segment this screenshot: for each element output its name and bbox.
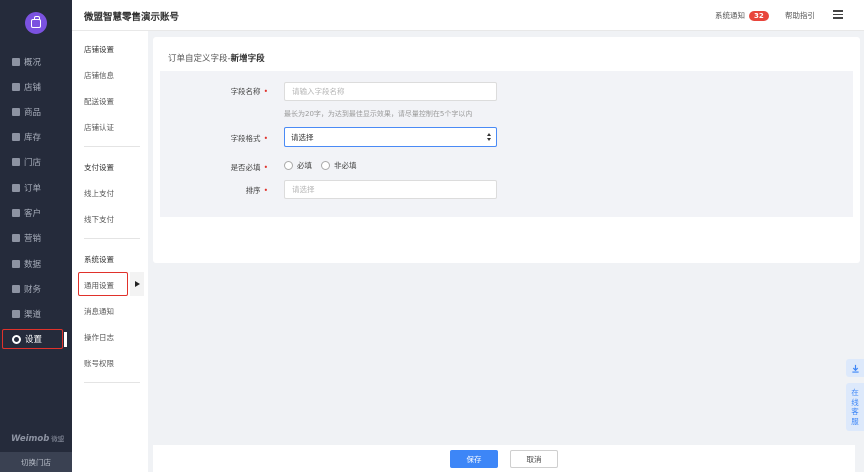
goods-icon <box>12 108 20 116</box>
subnav-divider <box>84 238 140 239</box>
required-yes-option[interactable]: 必填 <box>284 160 312 171</box>
required-mark: • <box>263 134 268 143</box>
subnav-group-payment: 支付设置 <box>84 163 114 172</box>
sidebar-item-customer[interactable]: 客户 <box>0 203 72 223</box>
breadcrumb-parent[interactable]: 订单自定义字段- <box>168 54 231 64</box>
required-mark: • <box>263 87 268 96</box>
field-name-label: 字段名称 • <box>230 87 268 96</box>
sidebar-item-goods[interactable]: 商品 <box>0 102 72 122</box>
store-icon <box>12 83 20 91</box>
channel-icon <box>12 310 20 318</box>
shop-icon <box>12 158 20 166</box>
data-icon <box>12 260 20 268</box>
account-title: 微盟智慧零售演示账号 <box>84 12 180 23</box>
subnav-item-op-log[interactable]: 操作日志 <box>84 332 114 343</box>
notice-count-badge: 32 <box>749 10 769 21</box>
field-format-select[interactable]: 请选择 <box>284 127 497 147</box>
top-header: 微盟智慧零售演示账号 系统通知 32 帮助指引 <box>72 0 864 31</box>
required-mark: • <box>263 163 268 172</box>
subnav-item-offline-pay[interactable]: 线下支付 <box>84 214 114 225</box>
radio-no[interactable] <box>321 161 330 170</box>
main-sidebar: 概况 店铺 商品 库存 门店 订单 客户 营销 数据 财务 渠道 设置 Weim… <box>0 0 72 472</box>
finance-icon <box>12 285 20 293</box>
field-form-card: 订单自定义字段-新增字段 字段名称• 最长为20字，为达到最佳显示效果，请尽量控… <box>153 37 860 263</box>
required-mark: • <box>263 186 268 195</box>
sidebar-item-data[interactable]: 数据 <box>0 254 72 274</box>
help-guide-link[interactable]: 帮助指引 <box>785 10 815 21</box>
sidebar-active-indicator <box>64 332 67 347</box>
customer-icon <box>12 209 20 217</box>
subnav-item-delivery[interactable]: 配送设置 <box>84 96 114 107</box>
hamburger-menu-icon[interactable] <box>833 10 843 19</box>
required-label: 是否必填 • <box>230 163 268 172</box>
order-icon <box>12 184 20 192</box>
system-notice-label: 系统通知 <box>715 11 745 20</box>
required-no-option[interactable]: 非必填 <box>321 160 357 171</box>
overview-icon <box>12 58 20 66</box>
switch-store-button[interactable]: 切换门店 <box>0 452 72 472</box>
sidebar-item-overview[interactable]: 概况 <box>0 52 72 72</box>
sidebar-item-shop[interactable]: 门店 <box>0 152 72 172</box>
settings-subnav: 店铺设置 店铺信息 配送设置 店铺认证 支付设置 线上支付 线下支付 系统设置 … <box>72 31 148 472</box>
field-format-value: 请选择 <box>291 132 314 142</box>
subnav-group-system: 系统设置 <box>84 255 114 264</box>
download-icon[interactable] <box>846 359 864 377</box>
subnav-item-store-auth[interactable]: 店铺认证 <box>84 122 114 133</box>
system-notice-link[interactable]: 系统通知 32 <box>715 10 769 21</box>
order-label: 排序 • <box>245 186 268 195</box>
save-button[interactable]: 保存 <box>450 450 498 468</box>
sidebar-item-channel[interactable]: 渠道 <box>0 304 72 324</box>
app-logo-icon[interactable] <box>25 12 47 34</box>
sidebar-item-marketing[interactable]: 营销 <box>0 228 72 248</box>
sidebar-item-inventory[interactable]: 库存 <box>0 127 72 147</box>
action-bar: 保存 取消 <box>153 445 855 472</box>
select-caret-icon <box>487 133 492 142</box>
subnav-item-notification[interactable]: 消息通知 <box>84 306 114 317</box>
sidebar-item-store[interactable]: 店铺 <box>0 77 72 97</box>
form-area: 字段名称• 最长为20字，为达到最佳显示效果，请尽量控制在5个字以内 字段格式•… <box>160 71 853 217</box>
field-name-hint: 最长为20字，为达到最佳显示效果，请尽量控制在5个字以内 <box>284 110 473 118</box>
subnav-group-store-settings: 店铺设置 <box>84 45 114 54</box>
required-radio-group: 必填 非必填 <box>284 160 366 171</box>
inventory-icon <box>12 133 20 141</box>
subnav-arrow-icon[interactable] <box>130 272 144 296</box>
sidebar-item-finance[interactable]: 财务 <box>0 279 72 299</box>
sidebar-item-order[interactable]: 订单 <box>0 178 72 198</box>
subnav-divider <box>84 146 140 147</box>
subnav-item-account-perm[interactable]: 账号权限 <box>84 358 114 369</box>
sidebar-highlight-box <box>2 329 63 349</box>
brand-logo: Weimob 微盟 <box>11 434 65 444</box>
breadcrumb: 订单自定义字段-新增字段 <box>168 52 265 64</box>
subnav-highlight-box <box>78 272 128 296</box>
subnav-divider <box>84 382 140 383</box>
online-service-button[interactable]: 在 线 客 服 <box>846 383 864 431</box>
marketing-icon <box>12 234 20 242</box>
field-name-input[interactable] <box>284 82 497 101</box>
cancel-button[interactable]: 取消 <box>510 450 558 468</box>
subnav-item-online-pay[interactable]: 线上支付 <box>84 188 114 199</box>
order-input[interactable] <box>284 180 497 199</box>
subnav-item-store-info[interactable]: 店铺信息 <box>84 70 114 81</box>
breadcrumb-current: 新增字段 <box>230 54 265 64</box>
radio-yes[interactable] <box>284 161 293 170</box>
field-format-label: 字段格式 • <box>230 134 268 143</box>
